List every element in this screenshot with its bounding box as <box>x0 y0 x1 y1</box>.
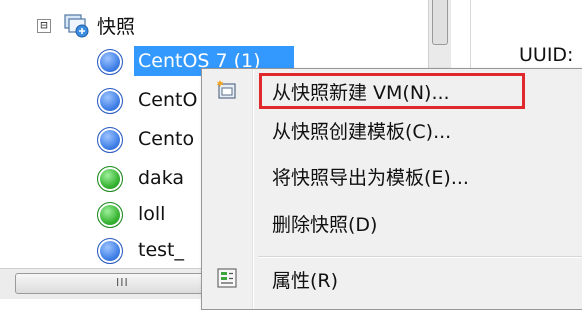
menu-separator-highlight <box>258 257 582 258</box>
properties-icon <box>217 268 237 288</box>
menu-item-export-template[interactable]: 将快照导出为模板(E)... <box>202 156 582 194</box>
new-vm-icon <box>216 80 236 99</box>
red-highlight-box <box>259 73 525 109</box>
uuid-label: UUID: <box>519 44 574 66</box>
snapshot-root-label[interactable]: 快照 <box>97 12 135 39</box>
vm-status-icon <box>97 49 123 75</box>
tree-item-label: test_ <box>138 239 184 261</box>
menu-item-label: 将快照导出为模板(E)... <box>272 167 469 189</box>
vm-status-icon <box>97 127 123 153</box>
vm-status-icon <box>97 166 123 192</box>
snapshot-folder-icon <box>64 14 89 38</box>
collapse-toggle[interactable]: ⊟ <box>37 19 51 33</box>
context-menu: 从快照新建 VM(N)... 从快照创建模板(C)... 将快照导出为模板(E)… <box>201 68 582 310</box>
vm-status-icon <box>97 202 123 228</box>
vm-status-icon <box>97 88 123 114</box>
menu-item-label: 删除快照(D) <box>272 214 378 236</box>
tree-item-label: daka <box>138 167 185 189</box>
tree-item-label: loll <box>138 203 166 225</box>
menu-item-delete-snapshot[interactable]: 删除快照(D) <box>202 203 582 241</box>
scroll-grip: III <box>116 276 129 289</box>
tree-item-label: CentO <box>138 89 198 111</box>
menu-item-new-vm-from-snapshot[interactable]: 从快照新建 VM(N)... <box>202 71 582 109</box>
menu-item-create-template[interactable]: 从快照创建模板(C)... <box>202 110 582 148</box>
menu-item-label: 属性(R) <box>272 270 339 292</box>
tree-item-label: Cento <box>138 128 195 150</box>
vertical-scroll-thumb[interactable] <box>432 0 448 45</box>
horizontal-scroll-thumb[interactable]: III <box>15 273 230 294</box>
menu-item-label: 从快照创建模板(C)... <box>272 121 452 143</box>
menu-item-properties[interactable]: 属性(R) <box>202 259 582 297</box>
vm-status-icon <box>97 238 123 264</box>
